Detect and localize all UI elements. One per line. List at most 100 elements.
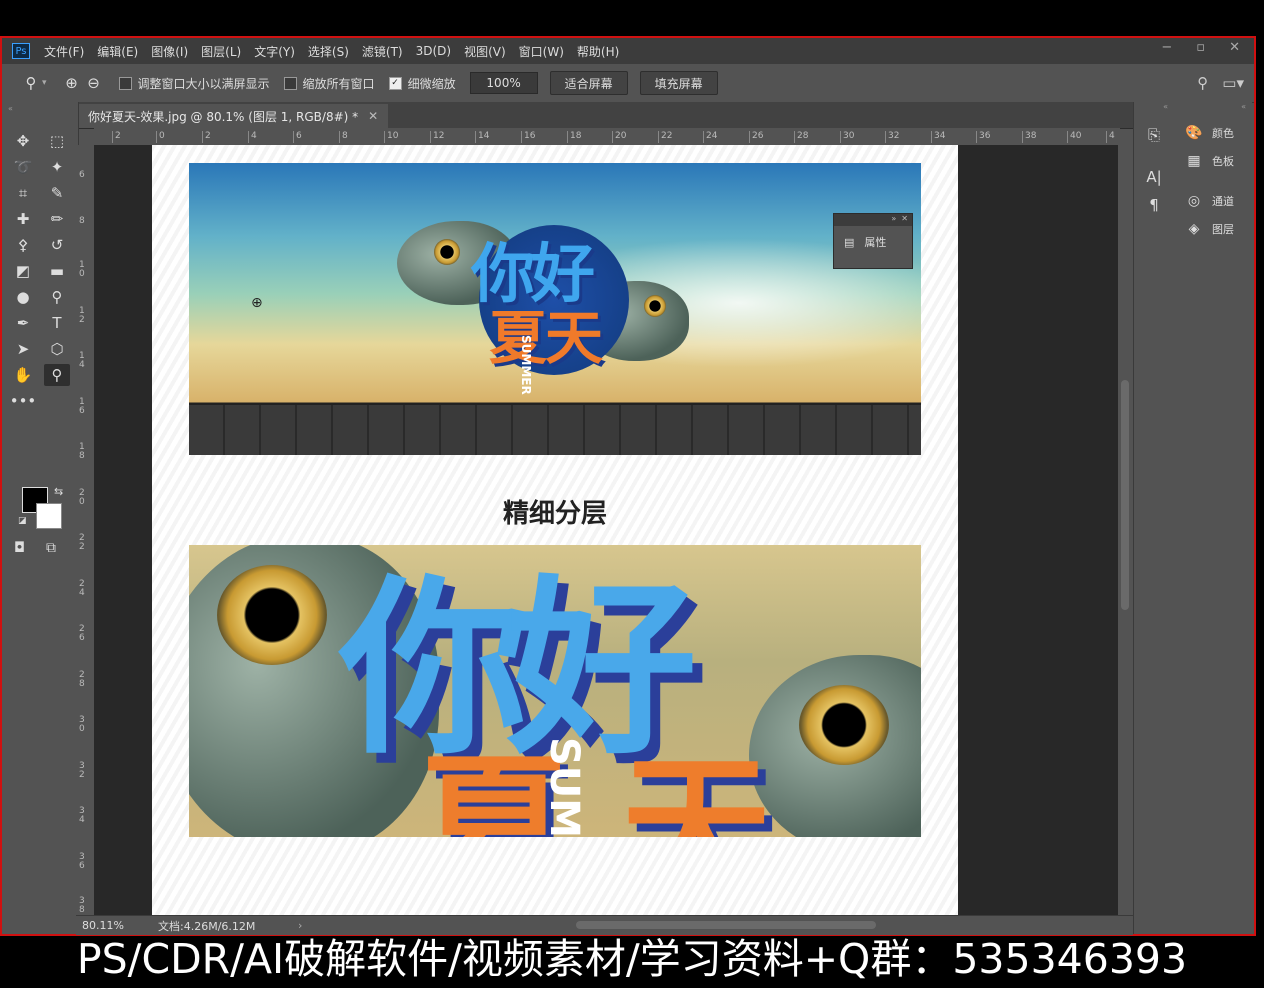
background-color-swatch[interactable]: [36, 503, 62, 529]
checkbox-box: [118, 76, 132, 90]
scrubby-zoom-checkbox[interactable]: ✓ 细微缩放: [388, 75, 456, 92]
swap-colors-icon[interactable]: ⇆: [54, 485, 63, 498]
panel-color[interactable]: 🎨 颜色: [1174, 119, 1252, 147]
eraser-tool-icon[interactable]: ◩: [10, 260, 36, 282]
zoom-all-windows-checkbox[interactable]: 缩放所有窗口: [283, 75, 375, 92]
fish-eye: [644, 295, 666, 317]
paragraph-panel-icon[interactable]: ¶: [1134, 191, 1174, 219]
menu-edit[interactable]: 编辑(E): [97, 43, 138, 60]
status-bar: 80.11% 文档:4.26M/6.12M ›: [76, 915, 1133, 935]
fill-screen-button[interactable]: 填充屏幕: [639, 71, 718, 95]
closeup-summer-label: SUM: [541, 737, 587, 837]
scrollbar-thumb[interactable]: [1121, 380, 1129, 610]
type-tool-icon[interactable]: T: [44, 312, 70, 334]
magic-wand-tool-icon[interactable]: ✦: [44, 156, 70, 178]
character-panel-icon[interactable]: A|: [1134, 163, 1174, 191]
hand-tool-icon[interactable]: ✋: [10, 364, 36, 386]
marquee-tool-icon[interactable]: ⬚: [44, 130, 70, 152]
menu-file[interactable]: 文件(F): [44, 43, 84, 60]
menu-filter[interactable]: 滤镜(T): [362, 43, 403, 60]
tools-panel: « ✥ ⬚ ➰ ✦ ⌗ ✎ ✚ ✏ ⚴ ↺ ◩ ▬ ● ⚲ ✒ T ➤ ⬡ ✋ …: [2, 102, 79, 914]
properties-row[interactable]: ▤ 属性: [834, 226, 912, 250]
canvas-area[interactable]: 你好 夏天 SUMMER ⊕ » ✕ ▤ 属性 精细分层 你好 夏 天 SUM: [94, 145, 1118, 915]
panel-swatches[interactable]: ▦ 色板: [1174, 147, 1252, 175]
doc-size-readout: 文档:4.26M/6.12M: [158, 919, 256, 933]
collapse-icon[interactable]: «: [1174, 102, 1252, 111]
menu-3d[interactable]: 3D(D): [416, 44, 451, 58]
zoom-100-button[interactable]: 100%: [469, 72, 538, 94]
document-tab-bar: 你好夏天-效果.jpg @ 80.1% (图层 1, RGB/8#) * ✕: [76, 102, 1133, 129]
properties-panel[interactable]: » ✕ ▤ 属性: [833, 213, 913, 269]
ruler-left: 6 8 10 12 14 16 18 20 22 24 26 28 30 32 …: [76, 145, 95, 915]
clone-stamp-tool-icon[interactable]: ⚴: [10, 234, 36, 256]
path-selection-tool-icon[interactable]: ➤: [10, 338, 36, 360]
menu-view[interactable]: 视图(V): [464, 43, 506, 60]
menu-bar: Ps 文件(F) 编辑(E) 图像(I) 图层(L) 文字(Y) 选择(S) 滤…: [2, 38, 1254, 64]
eyedropper-tool-icon[interactable]: ✎: [44, 182, 70, 204]
zoom-out-icon[interactable]: ⊖: [83, 72, 105, 94]
document-tab[interactable]: 你好夏天-效果.jpg @ 80.1% (图层 1, RGB/8#) * ✕: [78, 104, 389, 128]
lasso-tool-icon[interactable]: ➰: [10, 156, 36, 178]
pen-tool-icon[interactable]: ✒: [10, 312, 36, 334]
status-arrow-icon[interactable]: ›: [298, 919, 302, 932]
horizontal-scrollbar-thumb[interactable]: [576, 921, 876, 929]
menu-select[interactable]: 选择(S): [308, 43, 349, 60]
gradient-tool-icon[interactable]: ▬: [44, 260, 70, 282]
search-icon[interactable]: ⚲: [1197, 74, 1208, 92]
checkbox-box: [283, 76, 297, 90]
palette-icon: 🎨: [1185, 125, 1203, 141]
options-right: ⚲ ▭▾: [1197, 74, 1244, 92]
vertical-scrollbar[interactable]: [1118, 145, 1132, 915]
document-canvas[interactable]: 你好 夏天 SUMMER ⊕ » ✕ ▤ 属性 精细分层 你好 夏 天 SUM: [152, 145, 958, 915]
fish-eye: [434, 239, 460, 265]
zoom-cursor-icon: ⊕: [251, 295, 263, 311]
closeup-image: 你好 夏 天 SUM: [189, 545, 921, 837]
maximize-icon[interactable]: ▫: [1196, 40, 1205, 55]
crop-tool-icon[interactable]: ⌗: [10, 182, 36, 204]
fish-eye-closeup: [799, 685, 889, 765]
menu-window[interactable]: 窗口(W): [519, 43, 564, 60]
fit-screen-button[interactable]: 适合屏幕: [549, 71, 628, 95]
workspace-icon[interactable]: ▭▾: [1222, 74, 1244, 92]
panels-dock: « 🎨 颜色 ▦ 色板 ◎ 通道 ◈ 图层: [1174, 102, 1252, 934]
photoshop-window: Ps 文件(F) 编辑(E) 图像(I) 图层(L) 文字(Y) 选择(S) 滤…: [0, 36, 1256, 936]
brush-tool-icon[interactable]: ✏: [44, 208, 70, 230]
zoom-in-icon[interactable]: ⊕: [61, 72, 83, 94]
dodge-tool-icon[interactable]: ⚲: [44, 286, 70, 308]
default-colors-icon[interactable]: ◪: [18, 516, 27, 526]
channels-icon: ◎: [1187, 193, 1201, 209]
resize-windows-checkbox[interactable]: 调整窗口大小以满屏显示: [118, 75, 270, 92]
minimize-icon[interactable]: −: [1161, 40, 1172, 55]
zoom-tool-icon[interactable]: ⚲: [44, 364, 70, 386]
move-tool-icon[interactable]: ✥: [10, 130, 36, 152]
grid-icon: ▦: [1187, 153, 1201, 169]
screen-mode-icon[interactable]: ⧉: [46, 540, 56, 556]
menu-type[interactable]: 文字(Y): [254, 43, 295, 60]
fish-eye-closeup: [217, 565, 327, 665]
panel-layers[interactable]: ◈ 图层: [1174, 215, 1252, 243]
collapse-icon[interactable]: «: [1134, 102, 1174, 111]
tool-grid: ✥ ⬚ ➰ ✦ ⌗ ✎ ✚ ✏ ⚴ ↺ ◩ ▬ ● ⚲ ✒ T ➤ ⬡ ✋ ⚲ …: [10, 130, 78, 412]
blur-tool-icon[interactable]: ●: [10, 286, 36, 308]
zoom-readout[interactable]: 80.11%: [82, 919, 158, 932]
zoom-tool-preset-icon[interactable]: ⚲: [20, 72, 42, 94]
banner-title-xiatian: 夏天: [489, 304, 603, 372]
menu-help[interactable]: 帮助(H): [577, 43, 619, 60]
menu-image[interactable]: 图像(I): [151, 43, 188, 60]
tab-close-icon[interactable]: ✕: [368, 109, 378, 123]
shape-tool-icon[interactable]: ⬡: [44, 338, 70, 360]
menu-layer[interactable]: 图层(L): [201, 43, 241, 60]
wooden-deck: [189, 405, 921, 455]
quick-mask-icon[interactable]: ◘: [14, 540, 25, 556]
checkmark-icon: ✓: [388, 76, 402, 90]
history-brush-tool-icon[interactable]: ↺: [44, 234, 70, 256]
history-panel-icon[interactable]: ⎘: [1134, 121, 1174, 149]
panel-channels[interactable]: ◎ 通道: [1174, 187, 1252, 215]
banner-image: 你好 夏天 SUMMER ⊕: [189, 163, 921, 455]
more-tools-icon[interactable]: •••: [10, 390, 37, 412]
close-icon[interactable]: ✕: [1229, 40, 1240, 55]
chevron-down-icon[interactable]: ▾: [42, 78, 47, 88]
collapse-icon[interactable]: «: [2, 102, 78, 113]
healing-brush-tool-icon[interactable]: ✚: [10, 208, 36, 230]
options-bar: ⚲ ▾ ⊕ ⊖ 调整窗口大小以满屏显示 缩放所有窗口 ✓ 细微缩放 100% 适…: [2, 64, 1254, 103]
